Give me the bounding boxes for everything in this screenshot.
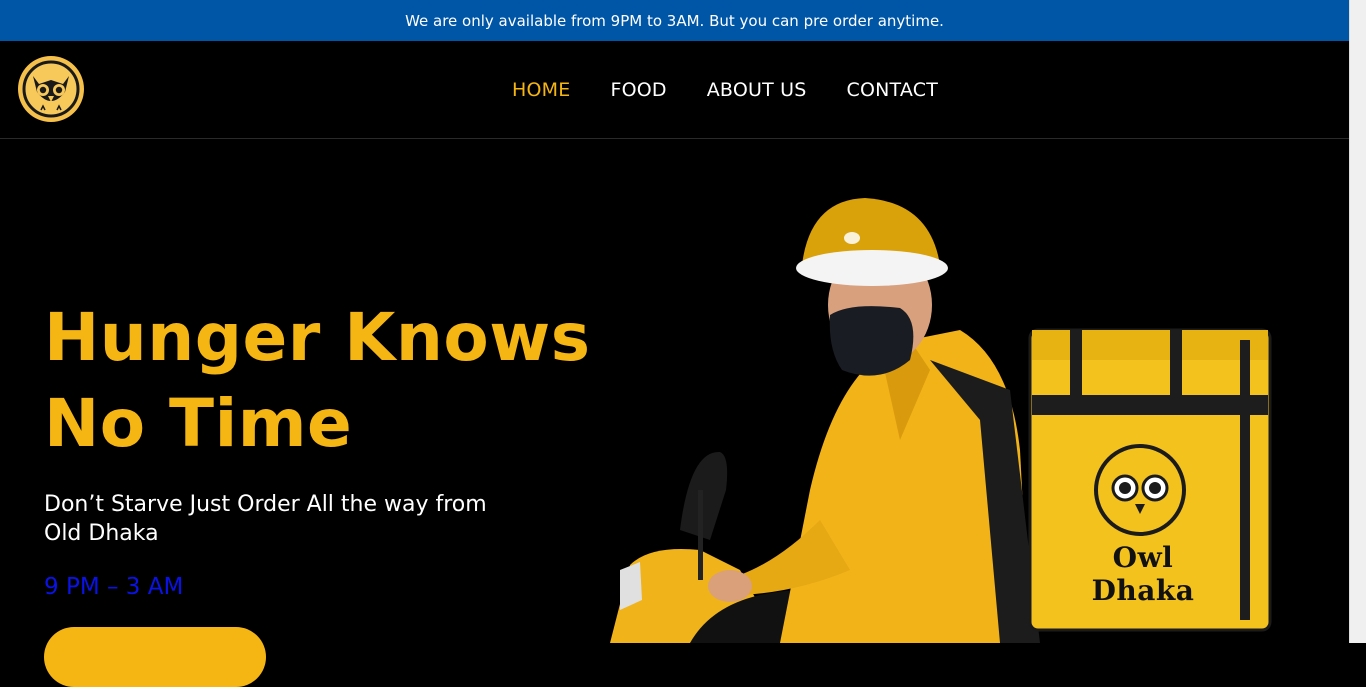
navbar: HOME FOOD ABOUT US CONTACT xyxy=(0,41,1349,139)
nav-link-home[interactable]: HOME xyxy=(512,79,570,101)
page-scrollbar[interactable] xyxy=(1349,0,1366,643)
nav-link-contact[interactable]: CONTACT xyxy=(847,79,939,101)
nav-links: HOME FOOD ABOUT US CONTACT xyxy=(512,41,978,139)
hero-title-line-1: Hunger Knows xyxy=(44,299,591,376)
hero-title-line-2: No Time xyxy=(44,385,353,462)
hero-hours: 9 PM – 3 AM xyxy=(44,574,184,600)
announcement-text: We are only available from 9PM to 3AM. B… xyxy=(405,11,944,30)
order-now-button[interactable] xyxy=(44,627,266,687)
bag-brand-text: Owl Dhaka xyxy=(1091,541,1195,607)
hero-subtitle: Don’t Starve Just Order All the way from… xyxy=(44,492,487,546)
nav-link-food[interactable]: FOOD xyxy=(610,79,666,101)
nav-link-about-us[interactable]: ABOUT US xyxy=(707,79,807,101)
owl-logo-icon[interactable] xyxy=(16,54,86,124)
announcement-bar: We are only available from 9PM to 3AM. B… xyxy=(0,0,1349,41)
hero-title: Hunger Knows No Time xyxy=(44,295,604,467)
